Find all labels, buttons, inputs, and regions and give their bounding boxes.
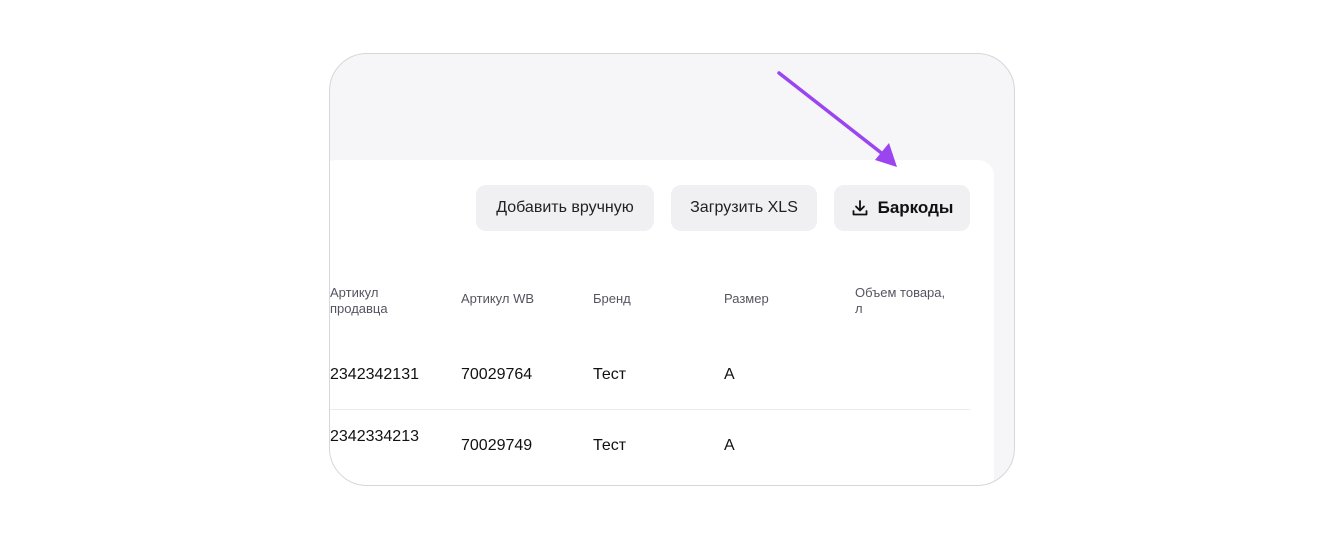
cell-seller-article: 2342334213 [330,428,419,445]
cell-size: A [724,437,735,454]
cell-brand: Тест [593,366,627,383]
cell-wb-article: 70029749 [461,437,533,454]
column-header-size: Размер [724,291,769,306]
cell-size: A [724,366,735,383]
column-header-wb-article: Артикул WB [461,291,535,306]
column-header-brand: Бренд [593,291,631,306]
screenshot-frame: Добавить вручную Загрузить XLS Баркоды А… [329,53,1015,486]
products-card: Добавить вручную Загрузить XLS Баркоды А… [330,160,994,485]
barcodes-button[interactable]: Баркоды [834,185,970,231]
column-header-seller-article: Артикул продавца [330,285,388,316]
column-header-volume: Объем товара, л [855,285,946,316]
cell-wb-article: 70029764 [461,366,533,383]
row-divider [330,409,970,410]
add-manual-button[interactable]: Добавить вручную [476,185,654,231]
upload-xls-button[interactable]: Загрузить XLS [671,185,817,231]
download-icon [851,199,869,217]
barcodes-button-label: Баркоды [877,198,954,217]
cell-seller-article: 2342342131 [330,366,419,383]
cell-brand: Тест [593,437,627,454]
